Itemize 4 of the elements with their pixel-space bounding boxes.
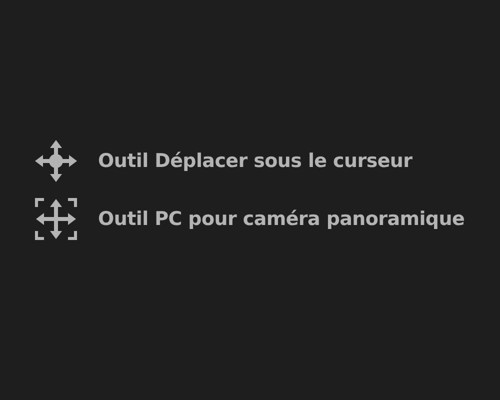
tool-label: Outil Déplacer sous le curseur [98,150,412,172]
framed-move-arrows-icon [34,197,78,241]
move-arrows-icon [34,139,78,183]
tool-label: Outil PC pour caméra panoramique [98,208,465,230]
